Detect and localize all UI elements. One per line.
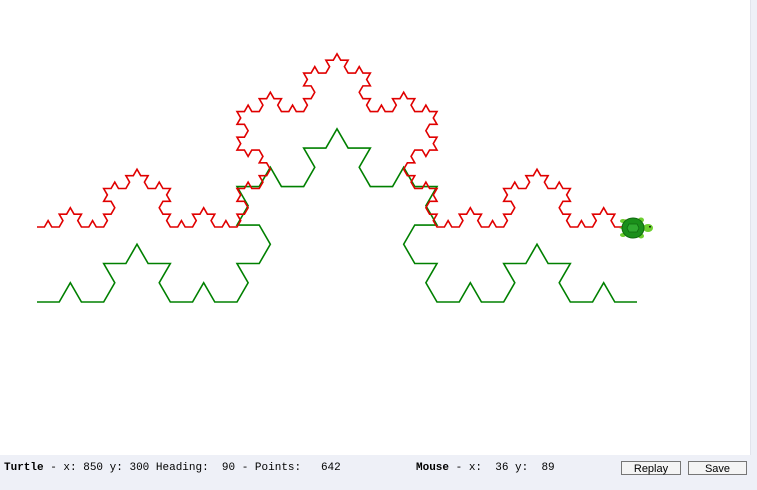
mouse-label: Mouse — [416, 462, 450, 474]
turtle-y-label: y: — [109, 462, 123, 474]
turtle-y-value: 300 — [129, 462, 150, 474]
heading-value: 90 — [221, 462, 236, 474]
koch-drawing — [37, 52, 653, 303]
turtle-status: Turtle - x: 850 y: 300 Heading: 90 - Poi… — [4, 462, 341, 474]
heading-label: Heading: — [155, 462, 209, 474]
turtle-icon — [619, 217, 653, 239]
turtle-x-value: 850 — [83, 462, 104, 474]
mouse-x-label: - x: — [455, 462, 483, 474]
points-value: 642 — [320, 462, 341, 474]
koch-level-4-curve — [37, 52, 637, 228]
mouse-status: Mouse - x: 36 y: 89 — [416, 462, 555, 474]
status-bar: Turtle - x: 850 y: 300 Heading: 90 - Poi… — [0, 455, 757, 490]
mouse-x-value: 36 — [495, 462, 509, 474]
turtle-x-label: - x: — [50, 462, 77, 474]
save-button[interactable]: Save — [688, 461, 747, 475]
mouse-y-label: y: — [515, 462, 529, 474]
points-label: - Points: — [241, 462, 302, 474]
replay-button[interactable]: Replay — [621, 461, 681, 475]
mouse-y-value: 89 — [541, 462, 555, 474]
turtle-label: Turtle — [4, 462, 44, 474]
koch-level-3-curve — [37, 127, 637, 303]
drawing-canvas[interactable] — [0, 0, 751, 455]
